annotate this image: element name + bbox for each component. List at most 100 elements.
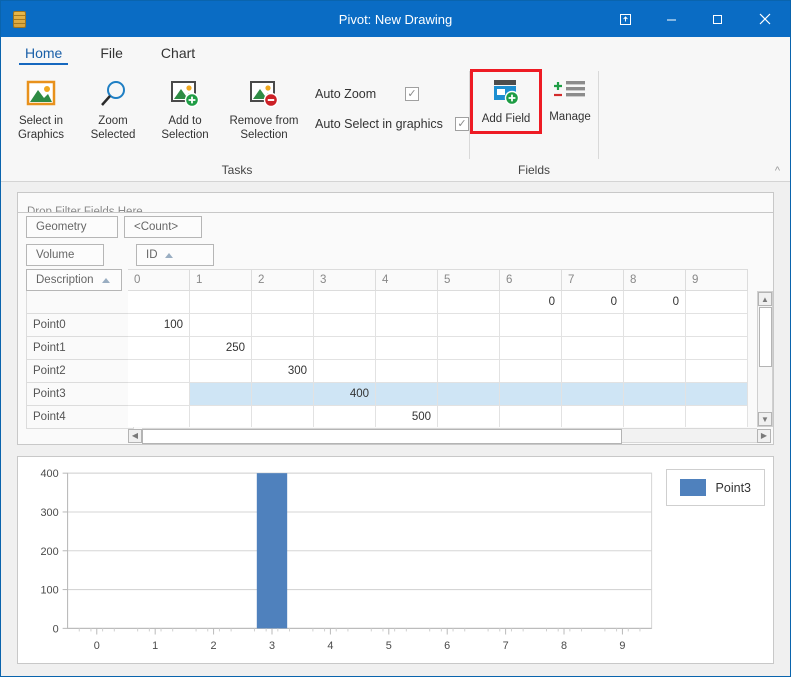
table-row[interactable]: 250 — [128, 337, 757, 360]
table-cell[interactable] — [686, 337, 748, 360]
select-in-graphics-button[interactable]: Select in Graphics — [5, 73, 77, 147]
table-cell[interactable] — [128, 360, 190, 383]
table-cell[interactable] — [252, 291, 314, 314]
table-cell[interactable] — [190, 406, 252, 427]
field-button-count[interactable]: <Count> — [124, 216, 202, 238]
table-cell[interactable] — [500, 360, 562, 383]
table-cell[interactable] — [252, 337, 314, 360]
column-header[interactable]: 0 — [128, 269, 190, 291]
table-cell[interactable] — [500, 406, 562, 427]
field-button-id[interactable]: ID — [136, 244, 214, 266]
vertical-scroll-thumb[interactable] — [758, 307, 772, 367]
table-cell[interactable] — [686, 383, 748, 406]
restore-icon[interactable] — [602, 1, 648, 37]
column-header[interactable]: 8 — [624, 269, 686, 291]
table-row[interactable]: 500 — [128, 406, 757, 427]
auto-select-checkbox[interactable]: ✓ — [455, 117, 469, 131]
manage-button[interactable]: Manage — [542, 67, 598, 128]
minimize-icon[interactable] — [648, 1, 694, 37]
table-cell[interactable] — [252, 314, 314, 337]
column-header[interactable]: 5 — [438, 269, 500, 291]
column-header[interactable]: 4 — [376, 269, 438, 291]
table-cell[interactable] — [252, 383, 314, 406]
field-button-geometry[interactable]: Geometry — [26, 216, 118, 238]
table-cell[interactable] — [562, 360, 624, 383]
table-cell[interactable] — [314, 314, 376, 337]
table-cell[interactable] — [624, 406, 686, 427]
table-cell[interactable] — [624, 383, 686, 406]
table-cell[interactable] — [128, 406, 190, 427]
table-row[interactable]: 0 0 0 — [128, 291, 757, 314]
table-cell[interactable] — [624, 337, 686, 360]
table-cell[interactable] — [686, 406, 748, 427]
table-cell[interactable] — [314, 406, 376, 427]
table-cell[interactable] — [438, 383, 500, 406]
table-cell[interactable] — [686, 314, 748, 337]
zoom-selected-button[interactable]: Zoom Selected — [77, 73, 149, 147]
scroll-down-icon[interactable]: ▼ — [758, 412, 772, 426]
tab-file[interactable]: File — [90, 45, 133, 65]
field-button-description[interactable]: Description — [26, 269, 122, 291]
table-cell[interactable] — [438, 314, 500, 337]
remove-from-selection-button[interactable]: Remove from Selection — [221, 73, 307, 147]
table-cell[interactable] — [314, 360, 376, 383]
table-cell[interactable] — [190, 360, 252, 383]
tab-home[interactable]: Home — [15, 45, 72, 65]
table-cell[interactable] — [438, 291, 500, 314]
table-cell[interactable] — [314, 337, 376, 360]
table-cell[interactable] — [376, 337, 438, 360]
close-icon[interactable] — [740, 1, 790, 37]
table-cell[interactable] — [252, 406, 314, 427]
table-cell[interactable] — [438, 360, 500, 383]
column-header[interactable]: 2 — [252, 269, 314, 291]
table-cell[interactable] — [562, 337, 624, 360]
column-header[interactable]: 7 — [562, 269, 624, 291]
table-cell[interactable] — [624, 314, 686, 337]
table-row[interactable]: 100 — [128, 314, 757, 337]
auto-zoom-checkbox[interactable]: ✓ — [405, 87, 419, 101]
column-header[interactable]: 6 — [500, 269, 562, 291]
column-header[interactable]: 3 — [314, 269, 376, 291]
column-header[interactable]: 1 — [190, 269, 252, 291]
filter-drop-zone[interactable]: Drop Filter Fields Here — [18, 193, 773, 213]
table-cell[interactable] — [562, 383, 624, 406]
table-cell[interactable] — [562, 406, 624, 427]
grid-horizontal-scrollbar[interactable]: ◀ ▶ — [18, 427, 773, 444]
table-cell[interactable] — [128, 337, 190, 360]
table-row[interactable]: 300 — [128, 360, 757, 383]
table-cell[interactable] — [438, 337, 500, 360]
table-cell[interactable] — [128, 291, 190, 314]
table-cell[interactable]: 250 — [190, 337, 252, 360]
table-cell[interactable] — [128, 383, 190, 406]
table-cell[interactable] — [376, 383, 438, 406]
grid-vertical-scrollbar[interactable]: ▲ ▼ — [757, 291, 773, 427]
bar-chart[interactable]: 0 100 200 300 400 0 1 2 3 4 5 6 7 8 9 — [26, 465, 660, 659]
field-button-volume[interactable]: Volume — [26, 244, 104, 266]
horizontal-scroll-thumb[interactable] — [142, 429, 622, 444]
table-cell[interactable]: 0 — [624, 291, 686, 314]
table-cell[interactable] — [190, 383, 252, 406]
table-cell[interactable] — [376, 360, 438, 383]
table-cell[interactable]: 300 — [252, 360, 314, 383]
add-field-button[interactable]: Add Field — [475, 73, 537, 130]
table-cell[interactable]: 0 — [562, 291, 624, 314]
table-cell[interactable] — [686, 291, 748, 314]
table-cell[interactable] — [500, 383, 562, 406]
table-cell[interactable] — [314, 291, 376, 314]
tab-chart[interactable]: Chart — [151, 45, 205, 65]
table-cell[interactable] — [624, 360, 686, 383]
table-cell[interactable] — [376, 291, 438, 314]
table-cell[interactable] — [500, 337, 562, 360]
column-header[interactable]: 9 — [686, 269, 748, 291]
table-row-selected[interactable]: 400 — [128, 383, 757, 406]
horizontal-scroll-track[interactable] — [142, 428, 757, 444]
maximize-icon[interactable] — [694, 1, 740, 37]
add-to-selection-button[interactable]: Add to Selection — [149, 73, 221, 147]
table-cell[interactable] — [190, 314, 252, 337]
scroll-left-icon[interactable]: ◀ — [128, 428, 142, 443]
scroll-up-icon[interactable]: ▲ — [758, 292, 772, 306]
table-cell[interactable] — [438, 406, 500, 427]
table-cell[interactable] — [500, 314, 562, 337]
table-cell[interactable] — [190, 291, 252, 314]
table-cell[interactable] — [562, 314, 624, 337]
